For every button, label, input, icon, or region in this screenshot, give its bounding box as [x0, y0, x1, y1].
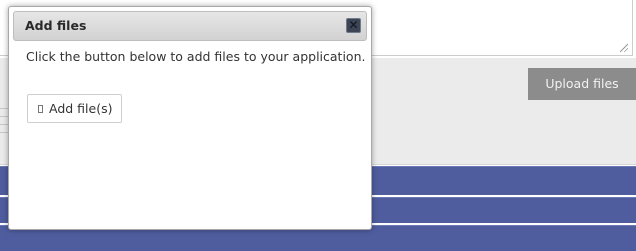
add-files-button[interactable]: Add file(s): [27, 94, 123, 123]
dialog-instruction: Click the button below to add files to y…: [26, 49, 366, 64]
dialog-header[interactable]: Add files ✕: [13, 11, 367, 41]
close-icon[interactable]: ✕: [346, 18, 361, 33]
add-files-dialog: Add files ✕ Click the button below to ad…: [8, 6, 372, 230]
dialog-title: Add files: [25, 18, 87, 33]
resize-grip-icon[interactable]: [620, 44, 628, 52]
add-files-button-label: Add file(s): [49, 101, 113, 116]
file-icon: [38, 105, 43, 113]
page-stage: Upload files Add files ✕ Click the butto…: [0, 0, 636, 251]
upload-files-button[interactable]: Upload files: [528, 68, 636, 100]
